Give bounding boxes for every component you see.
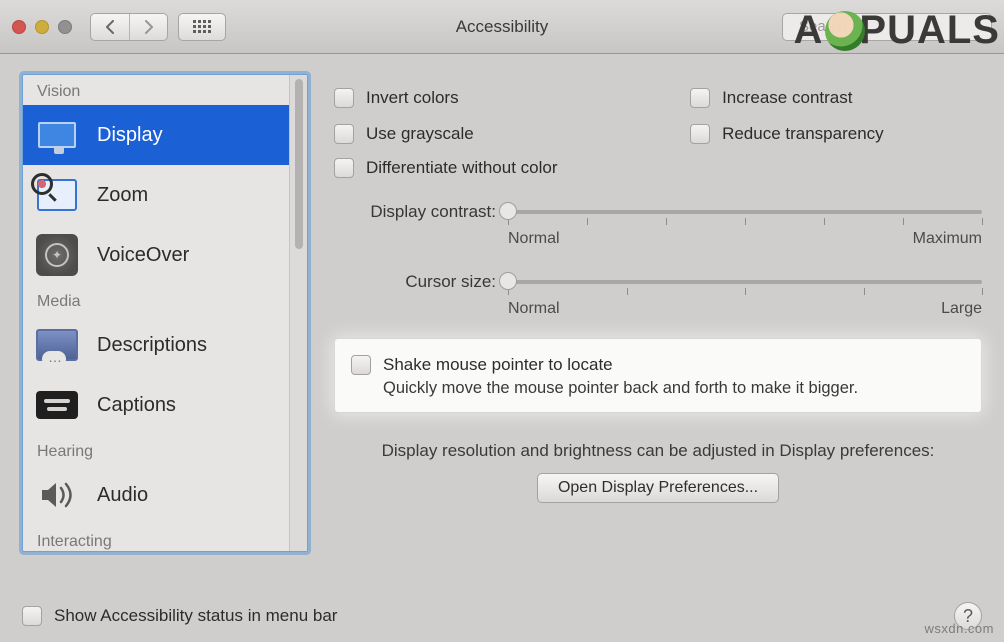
checkbox-invert-colors[interactable]: Invert colors <box>334 88 572 108</box>
sidebar-item-label: Descriptions <box>97 334 207 357</box>
sidebar-item-label: Zoom <box>97 184 148 207</box>
sidebar-item-label: Audio <box>97 484 148 507</box>
window-toolbar: Accessibility <box>0 0 1004 54</box>
cursor-slider[interactable] <box>508 270 982 294</box>
nav-segment <box>90 13 168 41</box>
help-button[interactable]: ? <box>954 602 982 630</box>
shake-pointer-description: Quickly move the mouse pointer back and … <box>383 379 965 398</box>
contrast-max-caption: Maximum <box>913 230 982 248</box>
checkbox-icon <box>690 88 710 108</box>
grid-icon <box>193 20 211 33</box>
search-field-wrap[interactable] <box>782 13 992 41</box>
category-sidebar: Vision Display Zoom ✦ VoiceOver Media De… <box>22 74 308 552</box>
settings-pane: Invert colors Increase contrast Use gray… <box>334 74 982 503</box>
slider-thumb[interactable] <box>499 202 517 220</box>
cursor-max-caption: Large <box>941 300 982 318</box>
checkbox-label: Reduce transparency <box>722 124 884 144</box>
audio-icon <box>35 473 79 517</box>
sidebar-item-zoom[interactable]: Zoom <box>23 165 289 225</box>
sidebar-item-label: Captions <box>97 394 176 417</box>
checkbox-icon <box>334 124 354 144</box>
slider-ticks <box>508 288 982 296</box>
contrast-slider-label: Display contrast: <box>334 202 496 222</box>
checkbox-label: Differentiate without color <box>366 158 558 178</box>
minimize-window-button[interactable] <box>35 20 49 34</box>
voiceover-icon: ✦ <box>35 233 79 277</box>
cursor-min-caption: Normal <box>508 300 560 318</box>
shake-pointer-section: Shake mouse pointer to locate Quickly mo… <box>334 338 982 413</box>
checkbox-icon <box>334 158 354 178</box>
checkbox-reduce-transparency[interactable]: Reduce transparency <box>690 124 982 144</box>
scrollbar-thumb[interactable] <box>295 79 303 249</box>
contrast-slider[interactable] <box>508 200 982 224</box>
sidebar-group-media: Media <box>23 285 289 315</box>
zoom-window-button[interactable] <box>58 20 72 34</box>
sidebar-item-captions[interactable]: Captions <box>23 375 289 435</box>
forward-button[interactable] <box>129 14 167 40</box>
checkbox-shake-pointer[interactable]: Shake mouse pointer to locate <box>351 355 965 375</box>
checkbox-label: Use grayscale <box>366 124 474 144</box>
slider-thumb[interactable] <box>499 272 517 290</box>
sidebar-item-descriptions[interactable]: Descriptions <box>23 315 289 375</box>
slider-track <box>508 280 982 284</box>
close-window-button[interactable] <box>12 20 26 34</box>
resolution-note: Display resolution and brightness can be… <box>334 441 982 461</box>
cursor-slider-label: Cursor size: <box>334 272 496 292</box>
help-icon: ? <box>963 606 973 627</box>
sidebar-item-audio[interactable]: Audio <box>23 465 289 525</box>
sidebar-group-vision: Vision <box>23 75 289 105</box>
checkbox-label: Increase contrast <box>722 88 852 108</box>
checkbox-icon <box>22 606 42 626</box>
zoom-icon <box>35 173 79 217</box>
contrast-min-caption: Normal <box>508 230 560 248</box>
window-title: Accessibility <box>456 17 549 37</box>
checkbox-use-grayscale[interactable]: Use grayscale <box>334 124 572 144</box>
checkbox-increase-contrast[interactable]: Increase contrast <box>690 88 982 108</box>
checkbox-icon <box>690 124 710 144</box>
sidebar-item-display[interactable]: Display <box>23 105 289 165</box>
slider-ticks <box>508 218 982 226</box>
checkbox-differentiate[interactable]: Differentiate without color <box>334 158 982 178</box>
captions-icon <box>35 383 79 427</box>
checkbox-menubar-status[interactable]: Show Accessibility status in menu bar <box>22 606 337 626</box>
search-input[interactable] <box>797 17 1000 36</box>
checkbox-label: Show Accessibility status in menu bar <box>54 606 337 626</box>
descriptions-icon <box>35 323 79 367</box>
sidebar-item-voiceover[interactable]: ✦ VoiceOver <box>23 225 289 285</box>
display-icon <box>35 113 79 157</box>
sidebar-group-interacting: Interacting <box>23 525 289 551</box>
slider-track <box>508 210 982 214</box>
sidebar-item-label: Display <box>97 124 163 147</box>
sidebar-item-label: VoiceOver <box>97 244 189 267</box>
show-all-button[interactable] <box>178 13 226 41</box>
checkbox-icon <box>351 355 371 375</box>
open-display-preferences-button[interactable]: Open Display Preferences... <box>537 473 779 503</box>
sidebar-scrollbar[interactable] <box>289 75 307 551</box>
traffic-lights <box>12 20 72 34</box>
checkbox-icon <box>334 88 354 108</box>
checkbox-label: Invert colors <box>366 88 459 108</box>
checkbox-label: Shake mouse pointer to locate <box>383 355 613 375</box>
back-button[interactable] <box>91 14 129 40</box>
sidebar-group-hearing: Hearing <box>23 435 289 465</box>
